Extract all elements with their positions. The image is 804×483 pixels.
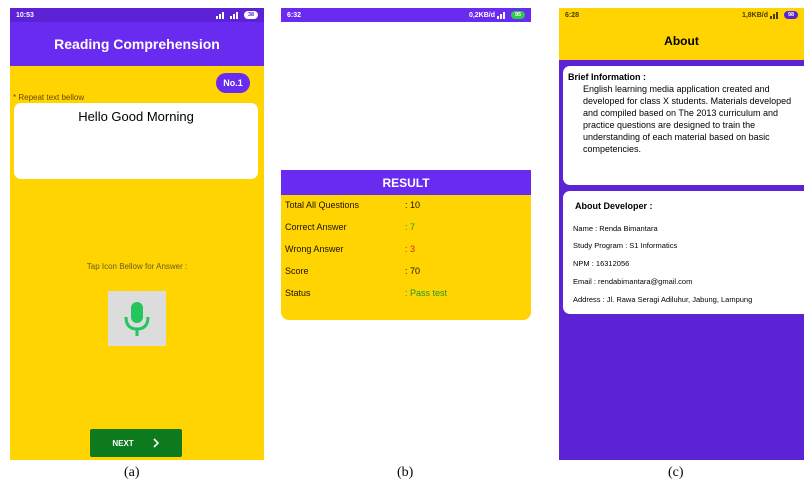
result-row-label: Score — [285, 266, 309, 276]
app-bar-title: About — [559, 22, 804, 60]
status-time: 6:28 — [565, 11, 580, 19]
result-row-label: Total All Questions — [285, 200, 360, 210]
developer-name: Name : Renda Bimantara — [573, 224, 658, 233]
microphone-button[interactable] — [108, 291, 166, 346]
result-row-label: Wrong Answer — [285, 244, 344, 254]
status-time: 6:32 — [287, 11, 302, 19]
caption-c: (c) — [668, 465, 684, 480]
battery-icon: 95 — [511, 11, 525, 19]
repeat-hint-label: * Repeat text bellow — [13, 93, 85, 102]
developer-email: Email : rendabimantara@gmail.com — [573, 277, 693, 286]
screen-reading-comprehension: 10:53 38 Reading Comprehension No.1 * Re… — [10, 8, 264, 460]
about-developer-card: About Developer : Name : Renda Bimantara… — [563, 191, 804, 314]
caption-a: (a) — [124, 465, 140, 480]
network-speed: 1,8KB/d — [741, 11, 768, 19]
developer-npm: NPM : 16312056 — [573, 259, 630, 268]
result-row-value: : 70 — [405, 266, 421, 276]
signal-icon — [497, 11, 509, 19]
status-bar: 6:28 1,8KB/d 98 — [559, 8, 804, 22]
screen-about: 6:28 1,8KB/d 98 About Brief Information … — [559, 8, 804, 460]
brief-information-card: Brief Information : English learning med… — [563, 66, 804, 185]
result-row-value: : 3 — [405, 244, 416, 254]
battery-icon: 98 — [784, 11, 798, 19]
tap-instruction-label: Tap Icon Bellow for Answer : — [86, 262, 188, 271]
result-row-value: : 10 — [405, 200, 421, 210]
app-bar-title: Reading Comprehension — [10, 22, 264, 66]
network-speed: 0,2KB/d — [468, 11, 495, 19]
result-row-label: Correct Answer — [285, 222, 347, 232]
result-card: RESULT Total All Questions : 10 Correct An… — [281, 170, 531, 320]
signal-icon-2 — [230, 11, 242, 19]
signal-icon — [770, 11, 782, 19]
result-row-value: : 7 — [405, 222, 416, 232]
status-bar: 10:53 38 — [10, 8, 264, 22]
brief-information-text: English learning media application creat… — [583, 84, 792, 154]
chevron-right-icon — [153, 438, 159, 448]
result-row-value: : Pass test — [405, 288, 448, 298]
brief-information-title: Brief Information : — [568, 72, 646, 82]
battery-icon: 38 — [244, 11, 258, 19]
next-button-label: NEXT — [112, 438, 134, 448]
status-time: 10:53 — [16, 11, 34, 19]
developer-study-program: Study Program : S1 Informatics — [573, 241, 678, 250]
question-number-badge: No.1 — [216, 73, 250, 93]
developer-address: Address : Jl. Rawa Seragi Adiluhur, Jabu… — [573, 295, 753, 304]
result-title: RESULT — [281, 170, 531, 195]
microphone-icon — [124, 301, 150, 336]
about-developer-title: About Developer : — [575, 201, 653, 211]
screen-result: 6:32 0,2KB/d 95 RESULT Total All Questio… — [281, 8, 531, 460]
signal-icon — [216, 11, 228, 19]
caption-b: (b) — [397, 465, 414, 480]
reading-text-box: Hello Good Morning — [14, 103, 258, 179]
reading-text: Hello Good Morning — [78, 109, 194, 124]
next-button[interactable]: NEXT — [90, 429, 182, 457]
result-row-label: Status — [285, 288, 311, 298]
status-bar: 6:32 0,2KB/d 95 — [281, 8, 531, 22]
